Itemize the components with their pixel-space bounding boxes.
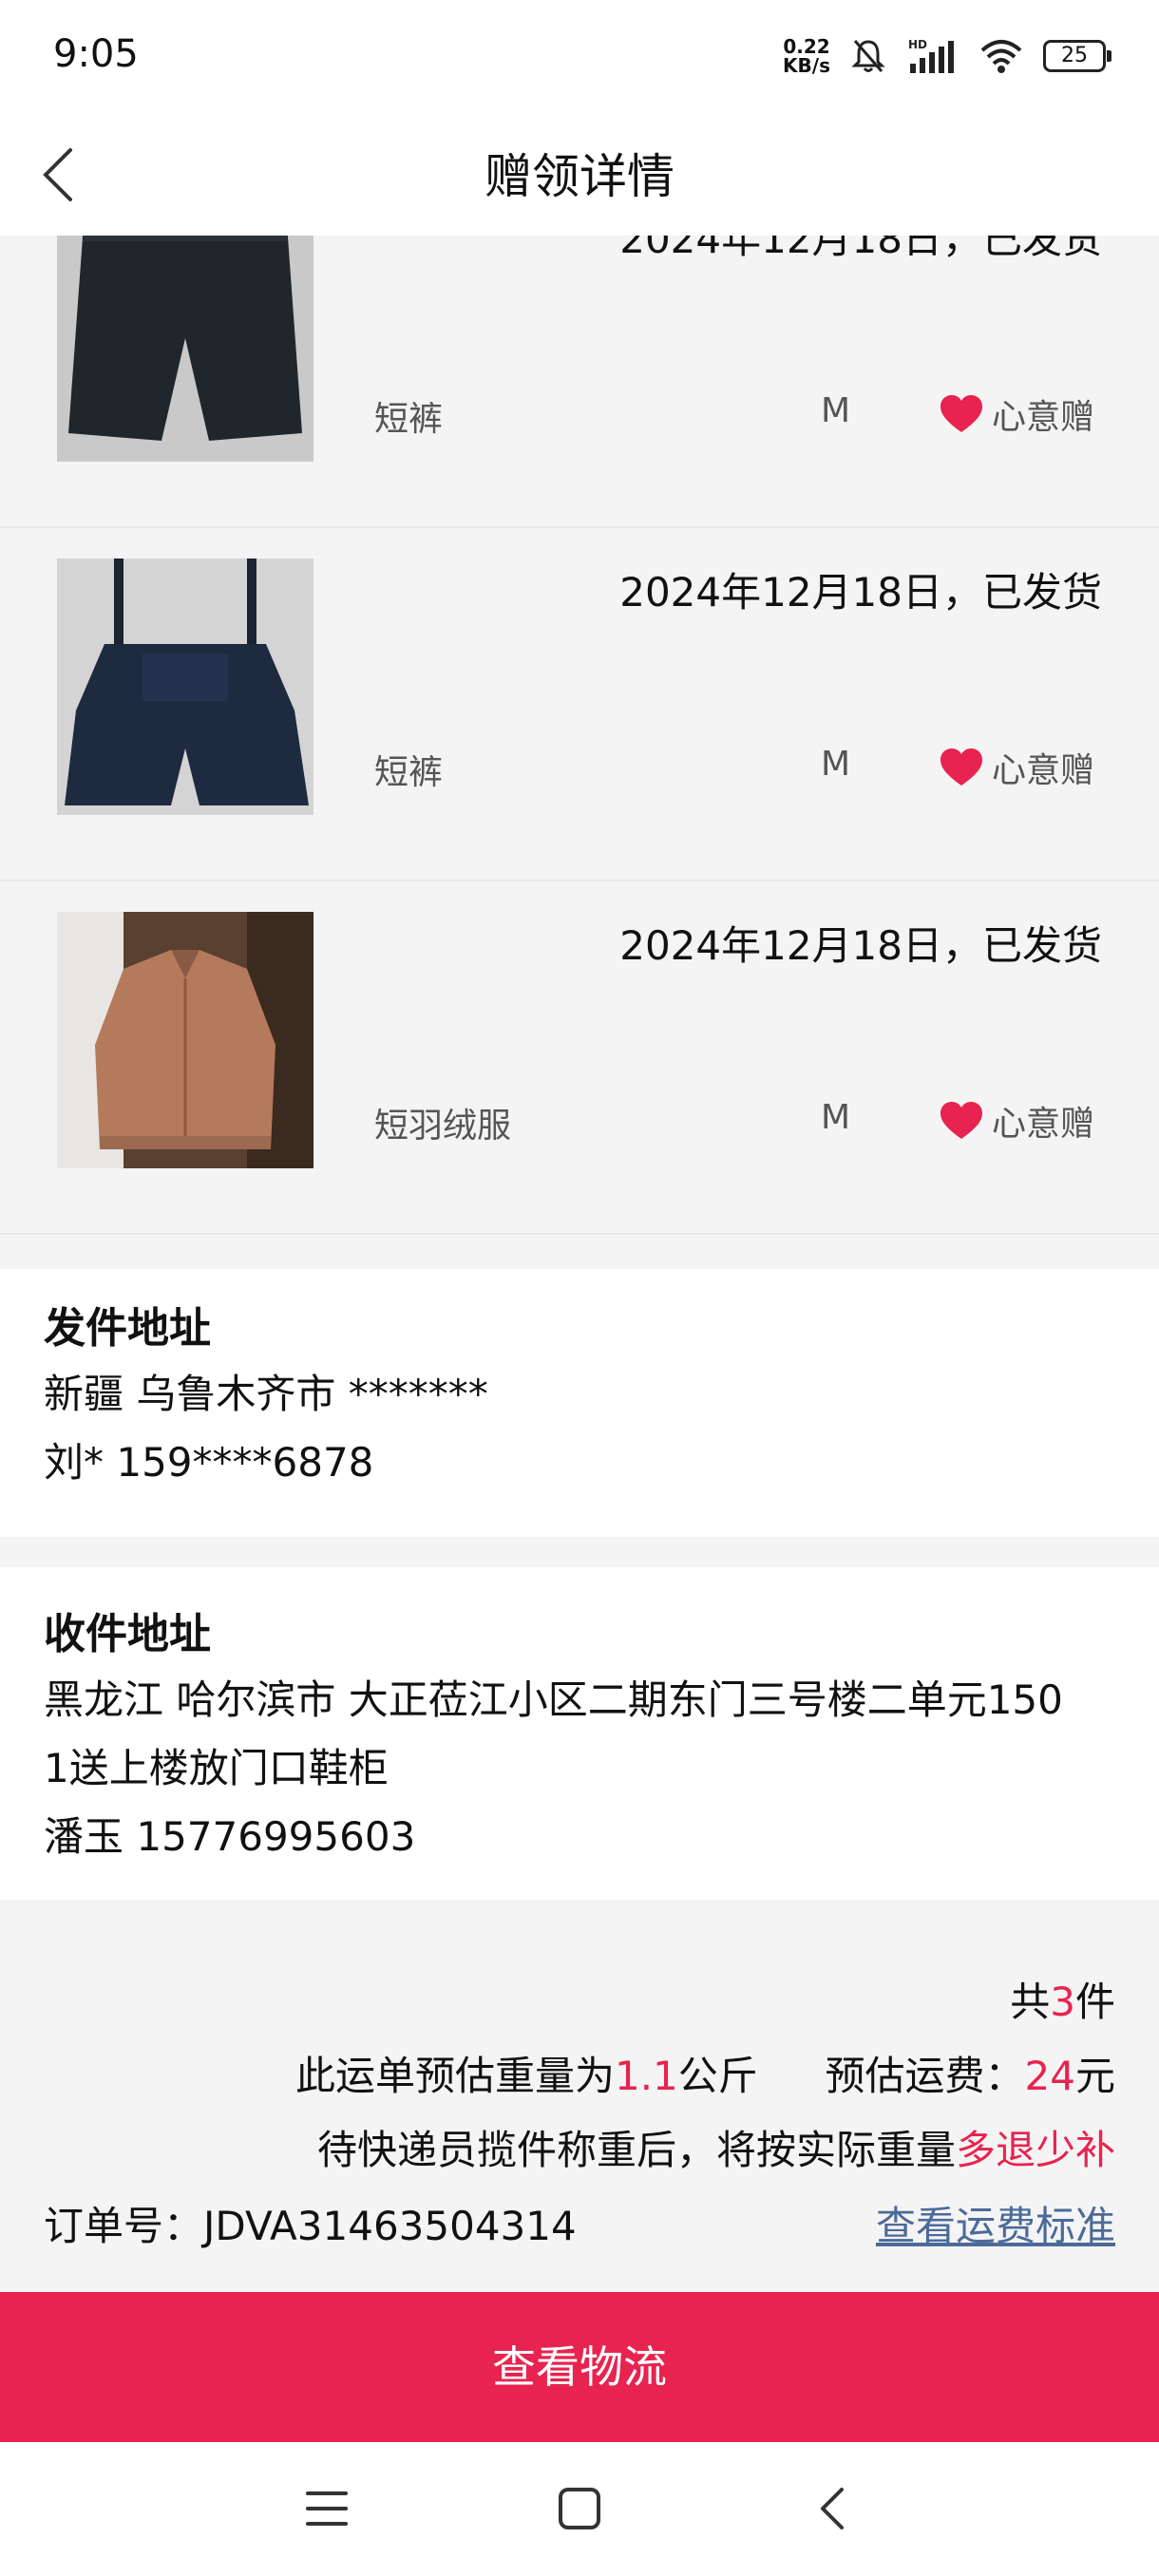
- denim-overalls-image: [57, 559, 314, 815]
- item-tag-label: 心意赠: [991, 751, 1094, 790]
- sender-contact: 刘* 159****6878: [44, 1439, 374, 1486]
- heart-icon: [940, 1102, 982, 1139]
- item-size: M: [821, 391, 851, 430]
- receiver-contact: 潘玉 15776995603: [44, 1813, 416, 1860]
- system-back-button[interactable]: [804, 2480, 861, 2537]
- net-speed-unit: KB/s: [783, 54, 830, 77]
- heart-icon: [940, 395, 982, 432]
- weight-unit: 公斤: [677, 2053, 758, 2099]
- list-item[interactable]: 2024年12月18日，已发货 短羽绒服 M 心意赠: [0, 881, 1159, 1235]
- item-tag-label: 心意赠: [991, 398, 1094, 437]
- item-count: 共3件: [1010, 1970, 1115, 2028]
- count-value: 3: [1050, 1979, 1075, 2025]
- heart-icon: [940, 748, 982, 786]
- status-icons: 0.22 KB/s HD 25: [783, 32, 1112, 80]
- view-logistics-button[interactable]: 查看物流: [0, 2292, 1159, 2442]
- item-date-status: 2024年12月18日，已发货: [619, 922, 1102, 969]
- item-image: [57, 912, 314, 1168]
- item-image: [57, 236, 314, 462]
- item-date-status: 2024年12月18日，已发货: [619, 236, 1102, 262]
- item-name: 短羽绒服: [374, 1107, 512, 1146]
- back-triangle-icon: [821, 2488, 844, 2529]
- svg-text:HD: HD: [908, 38, 927, 51]
- note-highlight: 多退少补: [955, 2127, 1115, 2173]
- home-square-icon: [559, 2488, 600, 2529]
- content-scroll[interactable]: 2024年12月18日，已发货 短裤 M 心意赠 2024年12月18日，已发货…: [0, 236, 1159, 2292]
- dark-shorts-image: [57, 236, 314, 462]
- weight-note: 待快递员揽件称重后，将按实际重量多退少补: [317, 2118, 1115, 2176]
- item-size: M: [821, 1098, 851, 1137]
- item-tag: 心意赠: [939, 389, 1094, 439]
- item-size: M: [821, 745, 851, 784]
- menu-button[interactable]: [298, 2480, 355, 2537]
- item-tag: 心意赠: [939, 1096, 1094, 1146]
- home-button[interactable]: [551, 2480, 608, 2537]
- wifi-icon: [980, 40, 1022, 73]
- item-date-status: 2024年12月18日，已发货: [619, 569, 1102, 616]
- item-list: 2024年12月18日，已发货 短裤 M 心意赠 2024年12月18日，已发货…: [0, 236, 1159, 1235]
- hd-signal-icon: HD: [908, 38, 954, 73]
- receiver-address-line2: 1送上楼放门口鞋柜: [44, 1745, 389, 1791]
- list-item[interactable]: 2024年12月18日，已发货 短裤 M 心意赠: [0, 528, 1159, 881]
- net-speed: 0.22 KB/s: [783, 37, 830, 75]
- fee-standard-link[interactable]: 查看运费标准: [876, 2194, 1115, 2252]
- status-time: 9:05: [53, 32, 139, 76]
- item-image: [57, 559, 314, 815]
- fee-value: 24: [1024, 2053, 1075, 2099]
- item-tag-label: 心意赠: [991, 1105, 1094, 1144]
- header-bar: 赠领详情: [0, 114, 1159, 236]
- status-bar: 9:05 0.22 KB/s HD 25: [0, 0, 1159, 114]
- system-nav-bar: [0, 2442, 1159, 2576]
- order-number: 订单号：JDVA31463504314: [44, 2194, 577, 2252]
- sender-address: 新疆 乌鲁木齐市 *******: [44, 1371, 488, 1417]
- sender-title: 发件地址: [44, 1304, 211, 1353]
- receiver-address-line1: 黑龙江 哈尔滨市 大正莅江小区二期东门三号楼二单元150: [44, 1676, 1063, 1723]
- page-title: 赠领详情: [484, 149, 674, 204]
- fee-label: 预估运费：: [825, 2053, 1025, 2099]
- weight-fee-line: 此运单预估重量为1.1公斤 预估运费：24元: [295, 2044, 1115, 2102]
- order-value: JDVA31463504314: [203, 2203, 577, 2249]
- sender-address-card: 发件地址 新疆 乌鲁木齐市 ******* 刘* 159****6878: [0, 1269, 1159, 1537]
- count-suffix: 件: [1074, 1979, 1115, 2025]
- note-prefix: 待快递员揽件称重后，将按实际重量: [316, 2127, 956, 2173]
- weight-value: 1.1: [614, 2053, 678, 2099]
- item-name: 短裤: [374, 753, 444, 792]
- mute-bell-icon: [851, 40, 885, 72]
- count-prefix: 共: [1010, 1979, 1051, 2025]
- receiver-address-card: 收件地址 黑龙江 哈尔滨市 大正莅江小区二期东门三号楼二单元150 1送上楼放门…: [0, 1567, 1159, 1900]
- list-item[interactable]: 2024年12月18日，已发货 短裤 M 心意赠: [0, 236, 1159, 528]
- item-name: 短裤: [374, 400, 444, 439]
- order-label: 订单号：: [44, 2203, 204, 2249]
- brown-jacket-image: [57, 912, 314, 1168]
- net-speed-value: 0.22: [783, 35, 830, 58]
- battery-icon: 25: [1043, 40, 1112, 72]
- weight-prefix: 此运单预估重量为: [294, 2053, 615, 2099]
- item-tag: 心意赠: [939, 743, 1094, 792]
- receiver-title: 收件地址: [44, 1610, 211, 1658]
- menu-icon: [306, 2491, 348, 2526]
- fee-unit: 元: [1074, 2053, 1115, 2099]
